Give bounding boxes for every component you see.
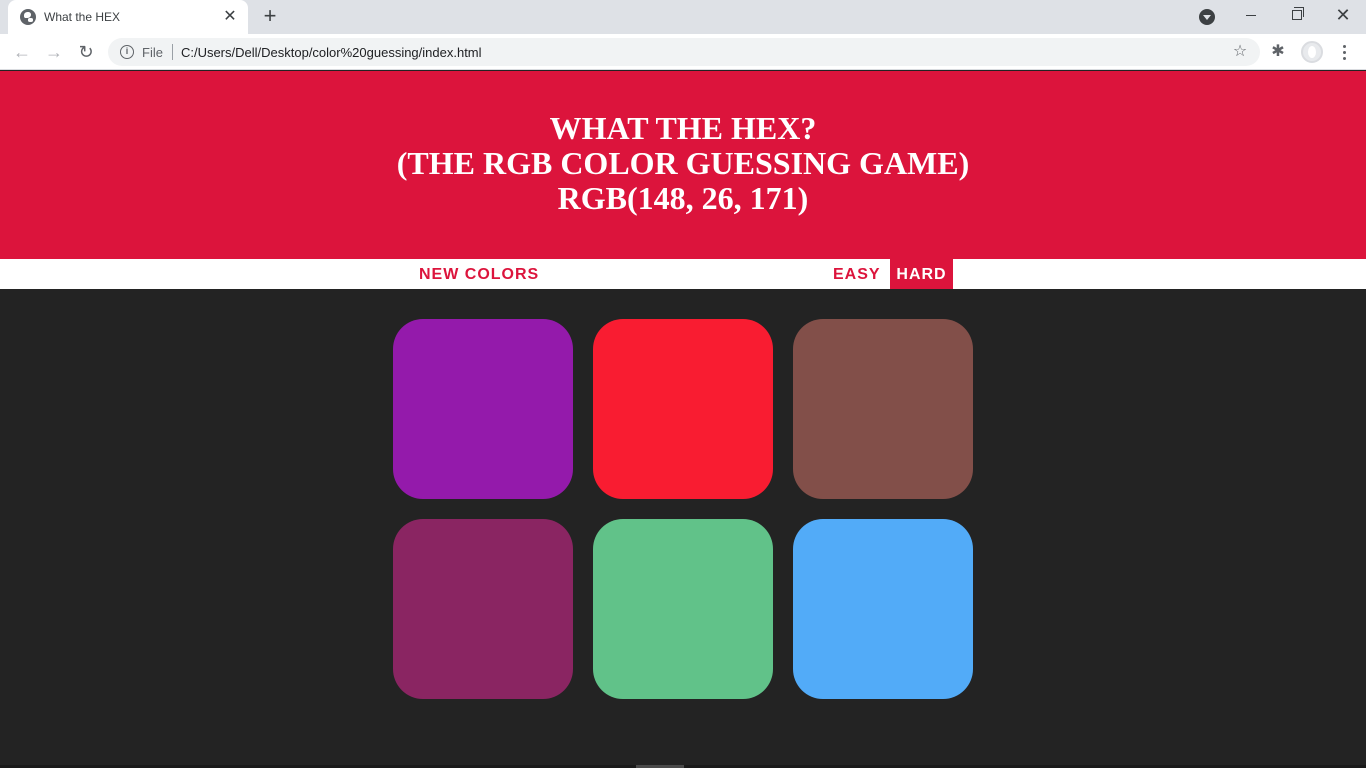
game-header: WHAT THE HEX? (THE RGB COLOR GUESSING GA… (0, 71, 1366, 259)
controls-stripe: NEW COLORS EASY HARD (0, 259, 1366, 289)
window-close-button[interactable]: ✕ (1320, 0, 1366, 30)
bookmark-star-icon[interactable]: ☆ (1228, 40, 1252, 64)
game-title: WHAT THE HEX? (549, 110, 817, 146)
hard-mode-button[interactable]: HARD (890, 259, 953, 289)
minimize-icon (1246, 14, 1256, 16)
browser-menu-icon[interactable] (1334, 42, 1354, 62)
color-grid (393, 319, 973, 699)
profile-avatar[interactable] (1301, 41, 1323, 63)
address-divider (171, 44, 173, 60)
forward-button[interactable]: → (42, 40, 66, 64)
game-subtitle: (THE RGB COLOR GUESSING GAME) (396, 145, 970, 181)
tab-strip: What the HEX ✕ + ✕ (0, 0, 1366, 34)
game-page: WHAT THE HEX? (THE RGB COLOR GUESSING GA… (0, 71, 1366, 768)
address-bar[interactable]: i File C:/Users/Dell/Desktop/color%20gue… (108, 38, 1260, 66)
extensions-icon[interactable]: ✱ (1268, 42, 1288, 62)
restore-button[interactable] (1274, 0, 1320, 30)
back-button[interactable]: ← (10, 40, 34, 64)
minimize-button[interactable] (1228, 0, 1274, 30)
tab-search-icon[interactable] (1199, 9, 1215, 25)
tab-title: What the HEX (44, 10, 121, 24)
color-square[interactable] (393, 319, 573, 499)
target-rgb: RGB(148, 26, 171) (557, 180, 809, 216)
browser-toolbar: ← → ↻ i File C:/Users/Dell/Desktop/color… (0, 34, 1366, 70)
color-square[interactable] (793, 519, 973, 699)
url-text[interactable]: C:/Users/Dell/Desktop/color%20guessing/i… (181, 45, 1228, 60)
color-square[interactable] (593, 319, 773, 499)
reload-button[interactable]: ↻ (74, 40, 98, 64)
globe-icon (20, 9, 36, 25)
color-square[interactable] (593, 519, 773, 699)
restore-icon (1292, 7, 1304, 20)
easy-mode-button[interactable]: EASY (827, 259, 887, 289)
scheme-label: File (142, 44, 163, 60)
new-tab-button[interactable]: + (258, 5, 282, 29)
browser-tab[interactable]: What the HEX ✕ (8, 0, 248, 34)
color-square[interactable] (793, 319, 973, 499)
info-icon[interactable]: i (120, 45, 134, 59)
color-square[interactable] (393, 519, 573, 699)
tab-close-icon[interactable]: ✕ (222, 9, 238, 25)
new-colors-button[interactable]: NEW COLORS (413, 259, 546, 289)
